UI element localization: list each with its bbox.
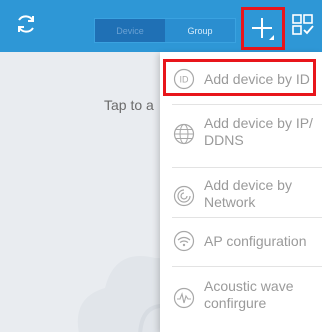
menu-item-label-line2: confirgure [204, 295, 267, 311]
screen: Device Group Tap to a ID Add device by I… [0, 0, 322, 332]
menu-item-label-line2: DDNS [204, 132, 244, 148]
device-group-switch: Device Group [94, 18, 236, 43]
refresh-icon[interactable] [14, 12, 38, 36]
menu-item-ap-configuration[interactable]: AP configuration [160, 222, 322, 262]
network-icon [173, 185, 195, 207]
menu-item-label: Add device by Network [204, 177, 292, 211]
plus-icon [252, 17, 274, 40]
menu-item-label: Acoustic wave confirgure [204, 278, 293, 312]
globe-icon [173, 123, 195, 145]
add-device-button[interactable] [241, 7, 285, 50]
wifi-icon [173, 230, 195, 252]
menu-item-acoustic-wave[interactable]: Acoustic wave confirgure [160, 272, 322, 324]
top-bar: Device Group [0, 0, 322, 52]
divider [172, 266, 322, 267]
menu-item-add-by-network[interactable]: Add device by Network [160, 170, 322, 222]
menu-item-label: AP configuration [204, 233, 307, 249]
empty-hint-text: Tap to a [104, 97, 154, 113]
divider [172, 167, 322, 168]
menu-item-add-by-ip[interactable]: Add device by IP/ DDNS [160, 110, 322, 158]
menu-item-label-line1: Add device by [204, 177, 292, 193]
menu-item-label-line1: Add device by IP/ [204, 115, 313, 131]
menu-item-label-line2: Network [204, 194, 256, 210]
menu-item-label: Add device by IP/ DDNS [204, 115, 313, 149]
grid-check-icon[interactable] [292, 13, 314, 37]
divider [172, 104, 322, 105]
highlight-box [163, 59, 316, 96]
divider [172, 217, 322, 218]
tab-group[interactable]: Group [165, 19, 235, 42]
soundwave-icon [173, 287, 195, 309]
menu-item-label-line1: Acoustic wave [204, 278, 294, 294]
tab-device[interactable]: Device [95, 19, 165, 42]
